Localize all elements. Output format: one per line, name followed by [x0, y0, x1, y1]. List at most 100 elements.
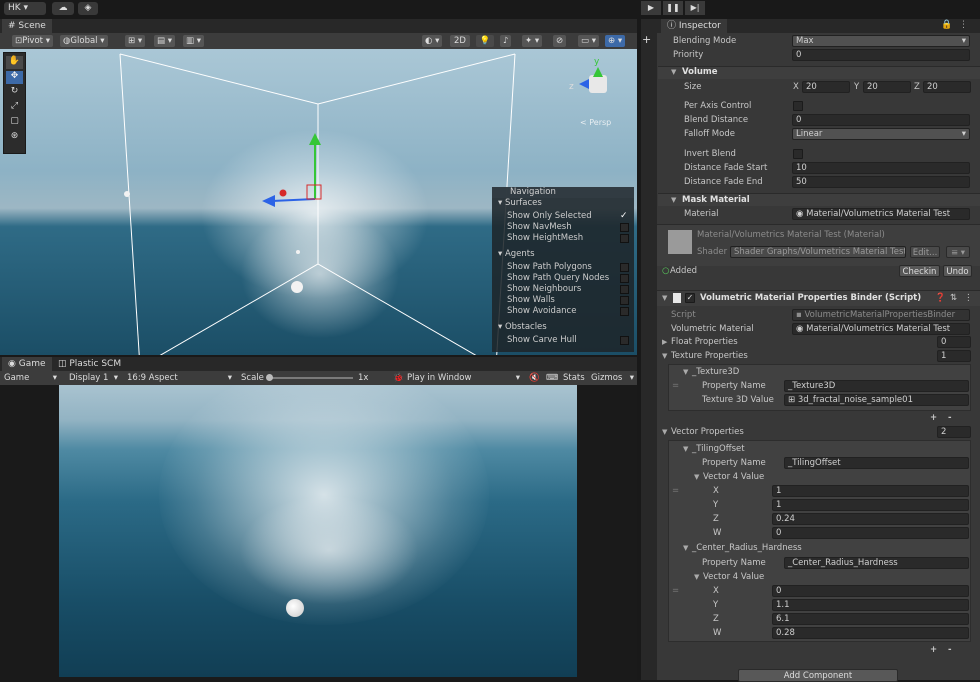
keyboard-icon[interactable]: ⌨ [543, 372, 561, 384]
tab-game[interactable]: ◉ Game [2, 357, 52, 371]
cloud-icon[interactable]: ☁ [52, 2, 74, 15]
show-navmesh-checkbox[interactable] [620, 223, 629, 232]
vol-mat-field[interactable]: ◉ Material/Volumetrics Material Test [792, 323, 970, 335]
account-dropdown[interactable]: HK ▾ [4, 2, 46, 15]
audio-icon[interactable]: ♪ [500, 35, 512, 47]
vector-item-1-fold-icon[interactable]: ▼ [683, 543, 688, 554]
aspect-dropdown[interactable]: 16:9 Aspect ▾ [124, 372, 234, 384]
vector-remove-button[interactable]: - [948, 645, 952, 656]
per-axis-checkbox[interactable] [793, 101, 803, 111]
pause-button[interactable]: ❚❚ [663, 1, 683, 15]
vector-item-0-prop-field[interactable]: _TilingOffset [784, 457, 969, 469]
transform-tool-icon[interactable]: ⊛ [6, 131, 23, 144]
volume-fold-icon[interactable]: ▼ [671, 67, 676, 78]
show-carve-hull-checkbox[interactable] [620, 336, 629, 345]
more-menu-icon[interactable]: ⋮ [959, 20, 968, 30]
blend-distance-field[interactable]: 0 [792, 114, 970, 126]
show-only-selected-checkbox[interactable]: ✓ [620, 212, 629, 221]
scene-viewport[interactable]: ✋ ✥ ↻ ⤢ ▢ ⊛ y z < Persp Navigation ▾ Sur… [0, 49, 637, 355]
gizmos-dropdown[interactable]: Gizmos ▾ [588, 372, 635, 384]
display-dropdown[interactable]: Display 1 ▾ [66, 372, 120, 384]
falloff-dropdown[interactable]: Linear ▾ [792, 128, 970, 140]
tab-inspector[interactable]: ⓘ Inspector [661, 19, 727, 33]
show-neighbours-checkbox[interactable] [620, 285, 629, 294]
mask-fold-icon[interactable]: ▼ [671, 195, 676, 206]
shading-mode-icon[interactable]: ◐ ▾ [422, 35, 443, 47]
drag-handle-icon[interactable]: = [672, 586, 679, 597]
pivot-dropdown[interactable]: ⊡Pivot ▾ [12, 35, 53, 47]
drag-handle-icon[interactable]: = [672, 381, 679, 392]
vector-item-0-w-field[interactable]: 0 [772, 527, 969, 539]
mute-icon[interactable]: 🔇 [526, 372, 543, 384]
scale-slider-thumb[interactable] [266, 374, 273, 381]
global-dropdown[interactable]: ◍Global ▾ [60, 35, 108, 47]
scale-tool-icon[interactable]: ⤢ [6, 101, 23, 114]
blending-mode-dropdown[interactable]: Max ▾ [792, 35, 970, 47]
vector-props-fold-icon[interactable]: ▼ [662, 427, 667, 438]
gizmos-toggle-icon[interactable]: ⊕ ▾ [605, 35, 626, 47]
step-button[interactable]: ▶| [685, 1, 705, 15]
grid-plane-icon[interactable]: ▥ ▾ [183, 35, 204, 47]
texture-value-field[interactable]: ⊞ 3d_fractal_noise_sample01 [784, 394, 969, 406]
game-viewport[interactable] [59, 385, 577, 677]
texture-prop-name-field[interactable]: _Texture3D [784, 380, 969, 392]
vector-item-1-vec-fold-icon[interactable]: ▼ [694, 572, 699, 583]
vector-item-0-vec-fold-icon[interactable]: ▼ [694, 472, 699, 483]
move-gizmo[interactable] [262, 133, 322, 207]
play-button[interactable]: ▶ [641, 1, 661, 15]
add-component-button[interactable]: Add Component [738, 669, 898, 682]
show-walls-checkbox[interactable] [620, 296, 629, 305]
lock-icon[interactable]: 🔒 [941, 20, 952, 30]
vector-add-button[interactable]: + [930, 645, 937, 656]
texture-item-fold-icon[interactable]: ▼ [683, 367, 688, 378]
vector-item-1-w-field[interactable]: 0.28 [772, 627, 969, 639]
surfaces-section[interactable]: ▾ Surfaces [498, 198, 542, 209]
drag-handle-icon[interactable]: = [672, 486, 679, 497]
show-heightmesh-checkbox[interactable] [620, 234, 629, 243]
vector-item-0-x-field[interactable]: 1 [772, 485, 969, 497]
component-menu-icon[interactable]: ⋮ [964, 293, 973, 304]
fade-end-field[interactable]: 50 [792, 176, 970, 188]
float-props-count[interactable]: 0 [937, 336, 971, 348]
collab-icon[interactable]: ◈ [78, 2, 98, 15]
show-avoidance-checkbox[interactable] [620, 307, 629, 316]
texture-add-button[interactable]: + [930, 413, 937, 424]
material-field[interactable]: ◉ Material/Volumetrics Material Test [792, 208, 970, 220]
light-icon[interactable] [124, 191, 130, 197]
texture-props-count[interactable]: 1 [937, 350, 971, 362]
effects-icon[interactable]: ✦ ▾ [522, 35, 543, 47]
persp-label[interactable]: < Persp [580, 118, 611, 127]
undo-button[interactable]: Undo [943, 265, 972, 277]
camera-icon[interactable]: ▭ ▾ [578, 35, 599, 47]
orientation-gizmo[interactable]: y z [568, 57, 628, 112]
game-mode-dropdown[interactable]: Game ▾ [1, 372, 59, 384]
show-path-polygons-checkbox[interactable] [620, 263, 629, 272]
vector-item-0-fold-icon[interactable]: ▼ [683, 444, 688, 455]
vector-item-1-z-field[interactable]: 6.1 [772, 613, 969, 625]
play-in-window-dropdown[interactable]: Play in Window ▾ [404, 372, 522, 384]
shader-edit-button[interactable]: Edit... [910, 246, 940, 258]
component-fold-icon[interactable]: ▼ [662, 293, 667, 304]
move-tool-icon[interactable]: ✥ [6, 71, 23, 84]
shader-dropdown[interactable]: Shader Graphs/Volumetrics Material Test … [730, 246, 906, 258]
vector-item-1-y-field[interactable]: 1.1 [772, 599, 969, 611]
checkin-button[interactable]: Checkin [899, 265, 940, 277]
help-icon[interactable]: ❓ [935, 293, 946, 304]
vector-item-1-prop-field[interactable]: _Center_Radius_Hardness [784, 557, 969, 569]
agents-section[interactable]: ▾ Agents [498, 249, 535, 260]
add-icon[interactable]: + [642, 33, 651, 46]
rotate-tool-icon[interactable]: ↻ [6, 86, 23, 99]
hand-tool-icon[interactable]: ✋ [6, 56, 23, 69]
vector-item-0-z-field[interactable]: 0.24 [772, 513, 969, 525]
snap-increment-icon[interactable]: ▤ ▾ [154, 35, 175, 47]
invert-blend-checkbox[interactable] [793, 149, 803, 159]
vector-item-0-y-field[interactable]: 1 [772, 499, 969, 511]
tab-plastic-scm[interactable]: ◫ Plastic SCM [52, 357, 127, 371]
size-y-field[interactable]: 20 [863, 81, 911, 93]
texture-props-fold-icon[interactable]: ▼ [662, 351, 667, 362]
stats-toggle[interactable]: Stats [560, 372, 588, 384]
vector-item-1-x-field[interactable]: 0 [772, 585, 969, 597]
shader-menu-button[interactable]: ≡ ▾ [946, 246, 970, 258]
hidden-objects-icon[interactable]: ⊘ [553, 35, 567, 47]
grid-snap-icon[interactable]: ⊞ ▾ [125, 35, 146, 47]
